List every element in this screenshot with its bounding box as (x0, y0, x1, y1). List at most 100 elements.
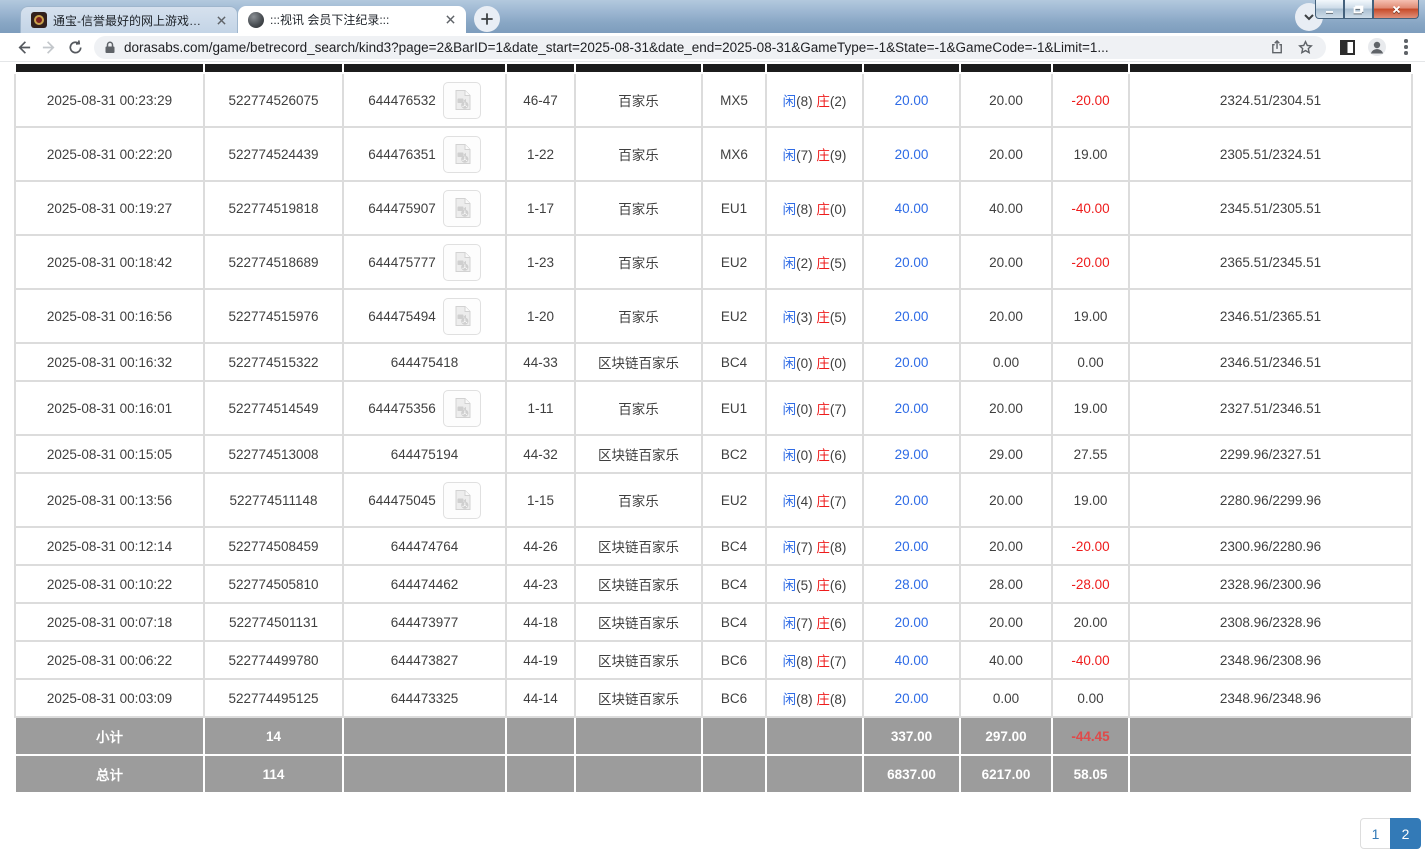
balance: 2346.51/2365.51 (1129, 289, 1412, 343)
balance: 2365.51/2345.51 (1129, 235, 1412, 289)
game-name: 百家乐 (575, 289, 702, 343)
win-loss: 19.00 (1052, 289, 1129, 343)
win-loss: -28.00 (1052, 565, 1129, 603)
total-winloss: 58.05 (1052, 755, 1129, 793)
subtotal-label: 小计 (15, 717, 204, 755)
game-name: 区块链百家乐 (575, 527, 702, 565)
round-number: 1-17 (506, 181, 575, 235)
table-totals: 小计 14 337.00 297.00 -44.45 总计 114 6837.0… (15, 717, 1412, 793)
game-name: 区块链百家乐 (575, 641, 702, 679)
video-replay-icon[interactable] (443, 298, 481, 335)
game-id: 644476532 (368, 93, 436, 108)
balance: 2280.96/2299.96 (1129, 473, 1412, 527)
video-replay-icon[interactable] (443, 244, 481, 281)
result-cell: 闲(0) 庄(7) (766, 381, 863, 435)
win-loss: -20.00 (1052, 73, 1129, 127)
banker-label: 庄 (816, 578, 830, 593)
bet-amount: 20.00 (863, 235, 960, 289)
table-code: BC4 (702, 603, 766, 641)
valid-amount: 20.00 (960, 381, 1052, 435)
banker-count: (8) (830, 540, 847, 555)
banker-count: (0) (830, 356, 847, 371)
game-id-cell: 644474764 (343, 527, 506, 565)
player-count: (0) (796, 356, 813, 371)
video-replay-icon[interactable] (443, 482, 481, 519)
forward-icon[interactable] (36, 34, 62, 60)
tab-close-icon[interactable] (213, 12, 229, 28)
new-tab-button[interactable] (474, 6, 500, 32)
url-text[interactable]: dorasabs.com/game/betrecord_search/kind3… (124, 40, 1260, 55)
round-number: 44-19 (506, 641, 575, 679)
window-titlebar: 通宝-信誉最好的网上游戏平台 :::视讯 会员下注纪录::: (0, 0, 1425, 33)
video-replay-icon[interactable] (443, 190, 481, 227)
page-button-2[interactable]: 2 (1390, 818, 1421, 849)
table-code: MX5 (702, 73, 766, 127)
game-id-cell: 644476532 (343, 73, 506, 127)
padlock-icon (104, 41, 116, 54)
back-icon[interactable] (10, 34, 36, 60)
tab-close-icon[interactable] (442, 12, 458, 28)
win-loss: 19.00 (1052, 127, 1129, 181)
table-header-strip (15, 64, 1412, 73)
minimize-button[interactable] (1315, 0, 1344, 19)
valid-amount: 20.00 (960, 235, 1052, 289)
game-name: 百家乐 (575, 181, 702, 235)
balance: 2348.96/2308.96 (1129, 641, 1412, 679)
browser-tab-tongbao[interactable]: 通宝-信誉最好的网上游戏平台 (20, 6, 238, 33)
game-id: 644474764 (391, 539, 459, 554)
player-count: (8) (796, 202, 813, 217)
bet-id: 522774513008 (204, 435, 343, 473)
game-id-cell: 644475194 (343, 435, 506, 473)
bet-amount: 20.00 (863, 127, 960, 181)
player-count: (5) (796, 578, 813, 593)
player-label: 闲 (783, 692, 797, 707)
restore-button[interactable] (1344, 0, 1373, 19)
page-button-1[interactable]: 1 (1360, 818, 1391, 849)
game-id: 644473977 (391, 615, 459, 630)
browser-menu-icon[interactable] (1397, 39, 1415, 55)
reload-icon[interactable] (62, 34, 88, 60)
table-code: BC4 (702, 343, 766, 381)
bookmark-star-icon[interactable] (1294, 36, 1316, 58)
share-icon[interactable] (1266, 36, 1288, 58)
total-row: 总计 114 6837.00 6217.00 58.05 (15, 755, 1412, 793)
video-replay-icon[interactable] (443, 390, 481, 427)
bet-amount: 20.00 (863, 73, 960, 127)
extension-icon[interactable] (1340, 40, 1355, 55)
valid-amount: 20.00 (960, 289, 1052, 343)
browser-tab-betrecord[interactable]: :::视讯 会员下注纪录::: (238, 6, 466, 33)
address-bar[interactable]: dorasabs.com/game/betrecord_search/kind3… (94, 36, 1326, 59)
profile-avatar-icon[interactable] (1367, 37, 1387, 57)
bet-id: 522774514549 (204, 381, 343, 435)
bet-id: 522774501131 (204, 603, 343, 641)
balance: 2346.51/2346.51 (1129, 343, 1412, 381)
video-replay-icon[interactable] (443, 82, 481, 119)
result-cell: 闲(3) 庄(5) (766, 289, 863, 343)
result-cell: 闲(7) 庄(9) (766, 127, 863, 181)
balance: 2308.96/2328.96 (1129, 603, 1412, 641)
table-code: BC4 (702, 527, 766, 565)
result-cell: 闲(0) 庄(6) (766, 435, 863, 473)
video-replay-icon[interactable] (443, 136, 481, 173)
bet-id: 522774495125 (204, 679, 343, 717)
close-button[interactable] (1373, 0, 1419, 19)
banker-label: 庄 (816, 402, 830, 417)
player-label: 闲 (783, 616, 797, 631)
table-code: BC6 (702, 641, 766, 679)
game-name: 区块链百家乐 (575, 679, 702, 717)
game-id-cell: 644474462 (343, 565, 506, 603)
valid-amount: 40.00 (960, 181, 1052, 235)
player-label: 闲 (783, 310, 797, 325)
player-label: 闲 (783, 448, 797, 463)
bet-amount: 20.00 (863, 679, 960, 717)
win-loss: -20.00 (1052, 235, 1129, 289)
valid-amount: 29.00 (960, 435, 1052, 473)
round-number: 44-23 (506, 565, 575, 603)
game-name: 区块链百家乐 (575, 435, 702, 473)
player-count: (8) (796, 94, 813, 109)
result-cell: 闲(2) 庄(5) (766, 235, 863, 289)
round-number: 46-47 (506, 73, 575, 127)
game-id: 644475494 (368, 309, 436, 324)
banker-label: 庄 (816, 654, 830, 669)
game-id: 644473827 (391, 653, 459, 668)
